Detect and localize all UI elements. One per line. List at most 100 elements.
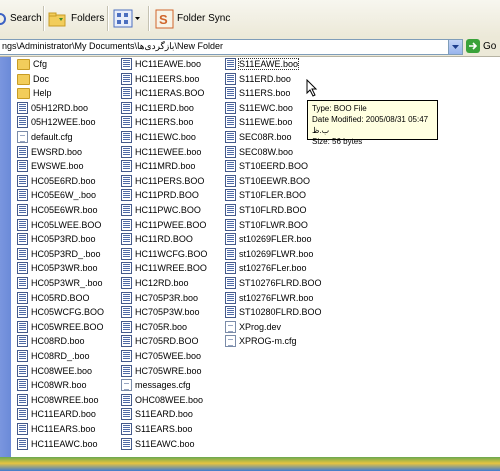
file-item[interactable]: 05H12RD.boo [17, 101, 88, 115]
file-item[interactable]: SEC08R.boo [225, 130, 292, 144]
file-name: HC11EARS.boo [31, 424, 96, 434]
file-item[interactable]: XProg.dev [225, 320, 281, 334]
file-item[interactable]: ST10FLWR.BOO [225, 218, 308, 232]
file-item[interactable]: S11EAWC.boo [121, 437, 195, 451]
boo-file-icon [17, 262, 28, 275]
file-name: HC11WREE.BOO [135, 263, 207, 274]
boo-file-icon [17, 160, 28, 173]
file-item[interactable]: st10276FLWR.boo [225, 291, 313, 305]
file-item[interactable]: HC11ERD.boo [121, 101, 194, 115]
file-item[interactable]: ST10280FLRD.BOO [225, 305, 322, 319]
folders-button[interactable]: Folders [48, 4, 104, 33]
file-item[interactable]: HC705RD.BOO [121, 334, 199, 348]
file-item[interactable]: messages.cfg [121, 378, 191, 392]
go-button[interactable]: Go [466, 39, 496, 53]
file-item[interactable]: ST10276FLRD.BOO [225, 276, 322, 290]
file-item[interactable]: 05H12WEE.boo [17, 115, 96, 129]
views-button[interactable] [113, 4, 141, 33]
file-item[interactable]: HC08RD.boo [17, 334, 85, 348]
file-item[interactable]: HC705WRE.boo [121, 364, 202, 378]
file-name: HC11PRD.BOO [135, 190, 199, 201]
file-item[interactable]: HC05E6WR.boo [17, 203, 98, 217]
folders-icon [48, 12, 66, 26]
file-item[interactable]: HC11PWEE.BOO [121, 218, 206, 232]
file-item[interactable]: default.cfg [17, 130, 73, 144]
file-item[interactable]: HC11EARS.boo [17, 422, 95, 436]
file-item[interactable]: HC05E6RD.boo [17, 174, 96, 188]
file-item[interactable]: HC05P3WR.boo [17, 261, 98, 275]
file-item[interactable]: EWSWE.boo [17, 159, 84, 173]
file-item[interactable]: S11ERS.boo [225, 86, 290, 100]
file-item[interactable]: HC05E6W_.boo [17, 188, 96, 202]
file-item[interactable]: HC05RD.BOO [17, 291, 90, 305]
file-item[interactable]: ST10FLER.BOO [225, 188, 306, 202]
file-item[interactable]: OHC08WEE.boo [121, 393, 203, 407]
address-dropdown-button[interactable] [448, 40, 462, 54]
file-item[interactable]: HC705R.boo [121, 320, 187, 334]
file-item[interactable]: S11EWC.boo [225, 101, 293, 115]
file-name: S11ERD.boo [239, 73, 291, 84]
file-item[interactable]: HC05WREE.BOO [17, 320, 104, 334]
file-item[interactable]: SEC08W.boo [225, 145, 293, 159]
boo-file-icon [121, 101, 132, 114]
file-item[interactable]: HC11EAWC.boo [17, 437, 98, 451]
file-item[interactable]: st10269FLER.boo [225, 232, 312, 246]
file-item[interactable]: HC11EERS.boo [121, 72, 199, 86]
address-input[interactable]: ngs\Administrator\My Documents\بازگردی‌ه… [0, 39, 463, 55]
file-item[interactable]: HC05LWEE.BOO [17, 218, 101, 232]
file-item[interactable]: S11EARD.boo [121, 407, 193, 421]
file-item[interactable]: HC11PWC.BOO [121, 203, 201, 217]
file-item[interactable]: S11EWE.boo [225, 115, 292, 129]
boo-file-icon [225, 189, 236, 202]
boo-file-icon [17, 393, 28, 406]
file-item[interactable]: HC11EARD.boo [17, 407, 96, 421]
file-item[interactable]: st10269FLWR.boo [225, 247, 313, 261]
file-item[interactable]: HC705P3W.boo [121, 305, 200, 319]
file-item[interactable]: HC11PERS.BOO [121, 174, 204, 188]
file-item[interactable]: HC05P3WR_.boo [17, 276, 103, 290]
file-item[interactable]: Cfg [17, 57, 47, 71]
file-item[interactable]: HC11WREE.BOO [121, 261, 207, 275]
file-name: 05H12WEE.boo [31, 117, 96, 128]
folder-sync-icon: S [155, 9, 174, 28]
file-item[interactable]: HC08RD_.boo [17, 349, 90, 363]
file-item[interactable]: ST10EEWR.BOO [225, 174, 310, 188]
address-bar: ngs\Administrator\My Documents\بازگردی‌ه… [0, 37, 500, 57]
file-item[interactable]: HC11EWEE.boo [121, 145, 201, 159]
file-item[interactable]: HC12RD.boo [121, 276, 189, 290]
mouse-cursor-icon [306, 79, 318, 97]
file-item[interactable]: HC705P3R.boo [121, 291, 198, 305]
file-item[interactable]: ST10FLRD.BOO [225, 203, 307, 217]
file-item[interactable]: Help [17, 86, 52, 100]
file-item[interactable]: HC05WCFG.BOO [17, 305, 104, 319]
file-item[interactable]: HC11RD.BOO [121, 232, 193, 246]
file-item[interactable]: HC705WEE.boo [121, 349, 201, 363]
file-item[interactable]: HC08WEE.boo [17, 364, 92, 378]
file-item[interactable]: st10276FLer.boo [225, 261, 307, 275]
file-item[interactable]: HC05P3RD.boo [17, 232, 96, 246]
file-item[interactable]: Doc [17, 72, 49, 86]
file-name: HC05LWEE.BOO [31, 219, 102, 230]
file-item[interactable]: HC05P3RD_.boo [17, 247, 101, 261]
file-item[interactable]: ST10EERD.BOO [225, 159, 308, 173]
file-item[interactable]: HC11WCFG.BOO [121, 247, 207, 261]
search-label: Search [10, 13, 42, 24]
boo-file-icon [121, 277, 132, 289]
folder-sync-button[interactable]: S Folder Sync [155, 4, 230, 33]
file-item[interactable]: S11EARS.boo [121, 422, 192, 436]
file-item[interactable]: HC08WREE.boo [17, 393, 99, 407]
file-item[interactable]: HC11ERAS.BOO [121, 86, 204, 100]
file-item[interactable]: S11EAWE.boo [225, 57, 300, 71]
file-item[interactable]: HC11EAWE.boo [121, 57, 201, 71]
boo-file-icon [121, 437, 132, 450]
file-item[interactable]: HC11MRD.boo [121, 159, 195, 173]
file-item[interactable]: S11ERD.boo [225, 72, 291, 86]
file-name: ST10EERD.BOO [239, 161, 309, 172]
file-item[interactable]: HC08WR.boo [17, 378, 87, 392]
file-item[interactable]: HC11EWC.boo [121, 130, 196, 144]
file-item[interactable]: HC11ERS.boo [121, 115, 193, 129]
file-item[interactable]: EWSRD.boo [17, 145, 82, 159]
search-button[interactable]: Search [0, 4, 42, 33]
file-item[interactable]: HC11PRD.BOO [121, 188, 199, 202]
file-item[interactable]: XPROG-m.cfg [225, 334, 297, 348]
